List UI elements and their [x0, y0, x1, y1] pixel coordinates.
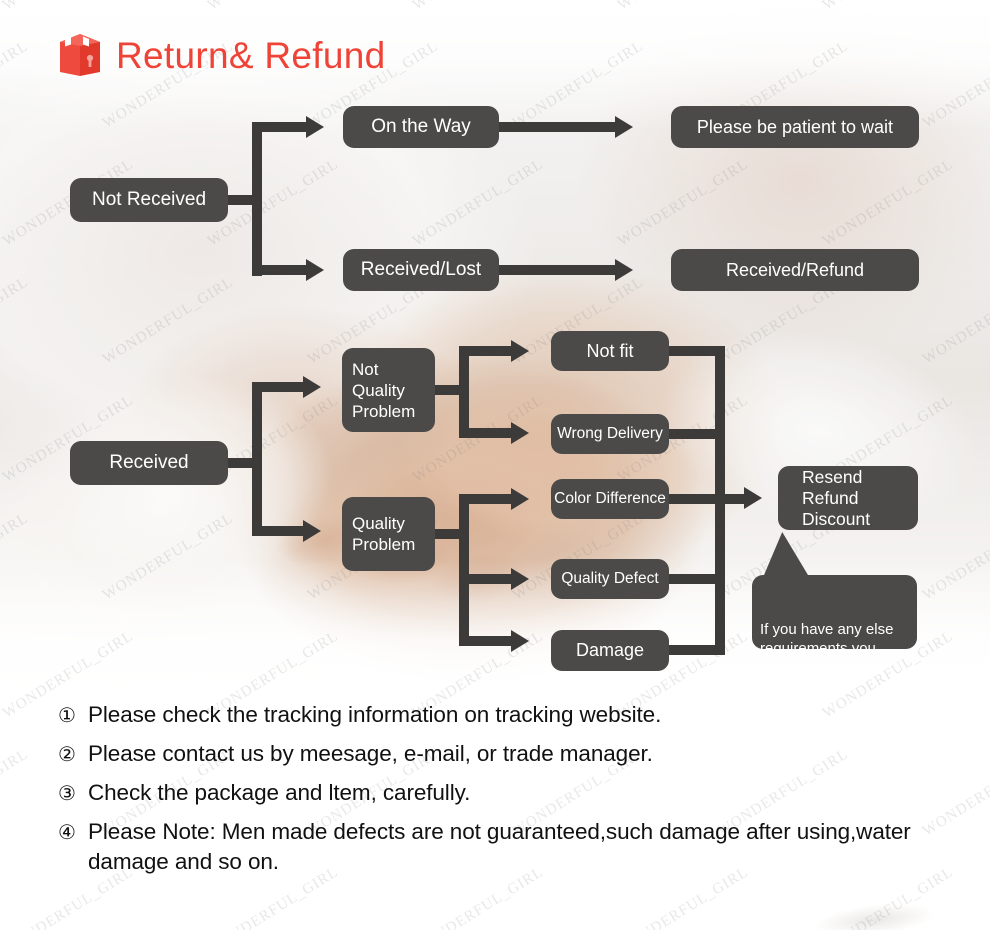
arrow-to-please-wait: [615, 116, 633, 138]
connector-received-lost-to-result: [499, 265, 623, 275]
node-color-difference[interactable]: Color Difference: [551, 479, 669, 519]
note-text: Please Note: Men made defects are not gu…: [88, 819, 911, 874]
node-label: Wrong Delivery: [557, 425, 663, 442]
list-item: ③ Check the package and ltem, carefully.: [58, 778, 958, 808]
arrow-to-color-difference: [511, 488, 529, 510]
callout-extra-requirements: If you have any else requirements you co…: [752, 532, 917, 676]
arrow-to-damage: [511, 630, 529, 652]
notes-list: ① Please check the tracking information …: [58, 700, 958, 886]
node-on-the-way[interactable]: On the Way: [343, 106, 499, 148]
watermark-text: WONDERFUL_GIRL: [0, 746, 32, 840]
node-label: Received/Refund: [725, 259, 865, 280]
connector-branch: [459, 346, 519, 356]
node-please-be-patient-to-wait[interactable]: Please be patient to wait: [671, 106, 919, 148]
arrow-to-quality-defect: [511, 568, 529, 590]
note-number: ②: [58, 742, 76, 766]
node-label: Not fit: [586, 340, 634, 361]
node-label: Please be patient to wait: [696, 116, 894, 137]
connector-trunk: [459, 346, 469, 438]
node-label: Resend Refund Discount: [802, 466, 871, 529]
node-quality-problem[interactable]: Quality Problem: [342, 497, 435, 571]
connector-trunk: [252, 382, 262, 536]
list-item: ② Please contact us by meesage, e-mail, …: [58, 739, 958, 769]
node-not-fit[interactable]: Not fit: [551, 331, 669, 371]
node-received[interactable]: Received: [70, 441, 228, 485]
note-number: ③: [58, 781, 76, 805]
connector-branch: [459, 428, 519, 438]
arrow-to-not-fit: [511, 340, 529, 362]
node-received-lost[interactable]: Received/Lost: [343, 249, 499, 291]
note-number: ④: [58, 820, 76, 844]
node-label: Received: [109, 452, 189, 473]
node-not-received[interactable]: Not Received: [70, 178, 228, 222]
connector-branch-bottom: [252, 265, 314, 275]
background-photo-remnant: [798, 892, 952, 930]
page-title: Return& Refund: [116, 34, 386, 76]
node-not-quality-problem[interactable]: Not Quality Problem: [342, 348, 435, 432]
arrow-to-resend-refund-discount: [744, 487, 762, 509]
callout-tail: [762, 532, 817, 578]
header: Return& Refund: [58, 30, 386, 80]
connector-trunk: [459, 494, 469, 646]
connector-branch: [459, 494, 519, 504]
node-label: Quality Defect: [561, 570, 659, 587]
node-label: Not Quality Problem: [352, 359, 416, 421]
node-label: Not Received: [91, 189, 207, 210]
arrow-to-on-the-way: [306, 116, 324, 138]
note-text: Please contact us by meesage, e-mail, or…: [88, 741, 653, 766]
connector-branch-top: [252, 122, 314, 132]
arrow-to-received-refund: [615, 259, 633, 281]
node-label: Color Difference: [554, 490, 666, 507]
node-label: Received/Lost: [360, 259, 482, 280]
connector-trunk: [252, 122, 262, 276]
arrow-to-quality-problem: [303, 520, 321, 542]
arrow-to-not-quality-problem: [303, 376, 321, 398]
note-number: ①: [58, 703, 76, 727]
node-label: On the Way: [371, 116, 471, 137]
node-received-refund[interactable]: Received/Refund: [671, 249, 919, 291]
note-text: Please check the tracking information on…: [88, 702, 662, 727]
return-refund-infographic: WONDERFUL_GIRL WONDERFUL_GIRL WONDERFUL_GI…: [0, 0, 990, 930]
arrow-to-received-lost: [306, 259, 324, 281]
node-label: Quality Problem: [352, 514, 416, 554]
node-label: Damage: [575, 640, 645, 660]
connector-on-the-way-to-result: [499, 122, 623, 132]
arrow-to-wrong-delivery: [511, 422, 529, 444]
package-box-icon: [58, 30, 102, 80]
connector-branch: [459, 574, 519, 584]
node-resend-refund-discount[interactable]: Resend Refund Discount: [778, 466, 918, 530]
node-wrong-delivery[interactable]: Wrong Delivery: [551, 414, 669, 454]
connector-branch: [459, 636, 519, 646]
list-item: ④ Please Note: Men made defects are not …: [58, 817, 958, 877]
node-quality-defect[interactable]: Quality Defect: [551, 559, 669, 599]
node-damage[interactable]: Damage: [551, 630, 669, 671]
list-item: ① Please check the tracking information …: [58, 700, 958, 730]
note-text: Check the package and ltem, carefully.: [88, 780, 471, 805]
